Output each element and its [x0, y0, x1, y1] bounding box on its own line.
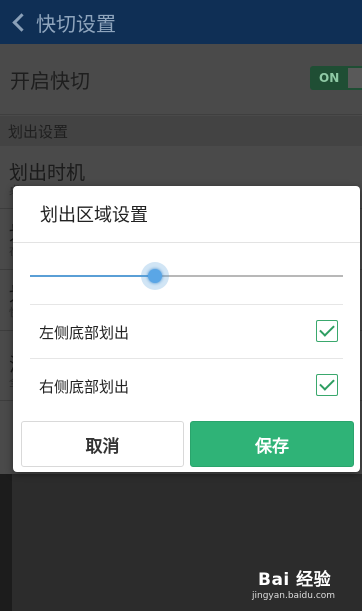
- region-settings-dialog: 划出区域设置 左侧底部划出 右侧底部划出 取消 保存: [13, 186, 360, 472]
- dialog-title: 划出区域设置: [40, 205, 148, 226]
- region-slider[interactable]: [30, 254, 343, 298]
- right-bottom-checkbox[interactable]: [316, 374, 338, 396]
- enable-quickswitch-label: 开启快切: [10, 68, 90, 93]
- save-button[interactable]: 保存: [190, 421, 354, 467]
- toggle-knob: [348, 68, 362, 88]
- title-bar: 快切设置: [0, 0, 362, 44]
- enable-toggle[interactable]: ON: [310, 66, 362, 90]
- background-edge: [0, 474, 12, 611]
- left-bottom-checkbox[interactable]: [316, 320, 338, 342]
- section-header: 划出设置: [0, 116, 362, 146]
- dialog-title-bar: 划出区域设置: [13, 186, 360, 243]
- slider-track-empty: [155, 275, 343, 277]
- watermark-url: jingyan.baidu.com: [252, 591, 336, 601]
- screen: 快切设置 开启快切 ON 划出设置 划出时机 桌 划 在 划 快 滑 全: [0, 0, 362, 611]
- baidu-watermark-logo: Bai 经验: [258, 570, 332, 590]
- setting-item-title: 划出时机: [9, 162, 86, 184]
- option-right-bottom[interactable]: 右侧底部划出: [30, 358, 343, 413]
- cancel-button[interactable]: 取消: [21, 421, 184, 467]
- back-arrow-icon[interactable]: [6, 0, 34, 44]
- toggle-state-label: ON: [319, 71, 340, 85]
- slider-thumb[interactable]: [141, 262, 169, 290]
- section-title: 划出设置: [8, 122, 69, 141]
- page-title: 快切设置: [36, 11, 116, 36]
- slider-track-filled: [30, 275, 155, 277]
- option-label: 左侧底部划出: [39, 323, 130, 342]
- option-label: 右侧底部划出: [39, 377, 130, 396]
- option-left-bottom[interactable]: 左侧底部划出: [30, 304, 343, 359]
- enable-quickswitch-row[interactable]: 开启快切 ON: [0, 44, 362, 115]
